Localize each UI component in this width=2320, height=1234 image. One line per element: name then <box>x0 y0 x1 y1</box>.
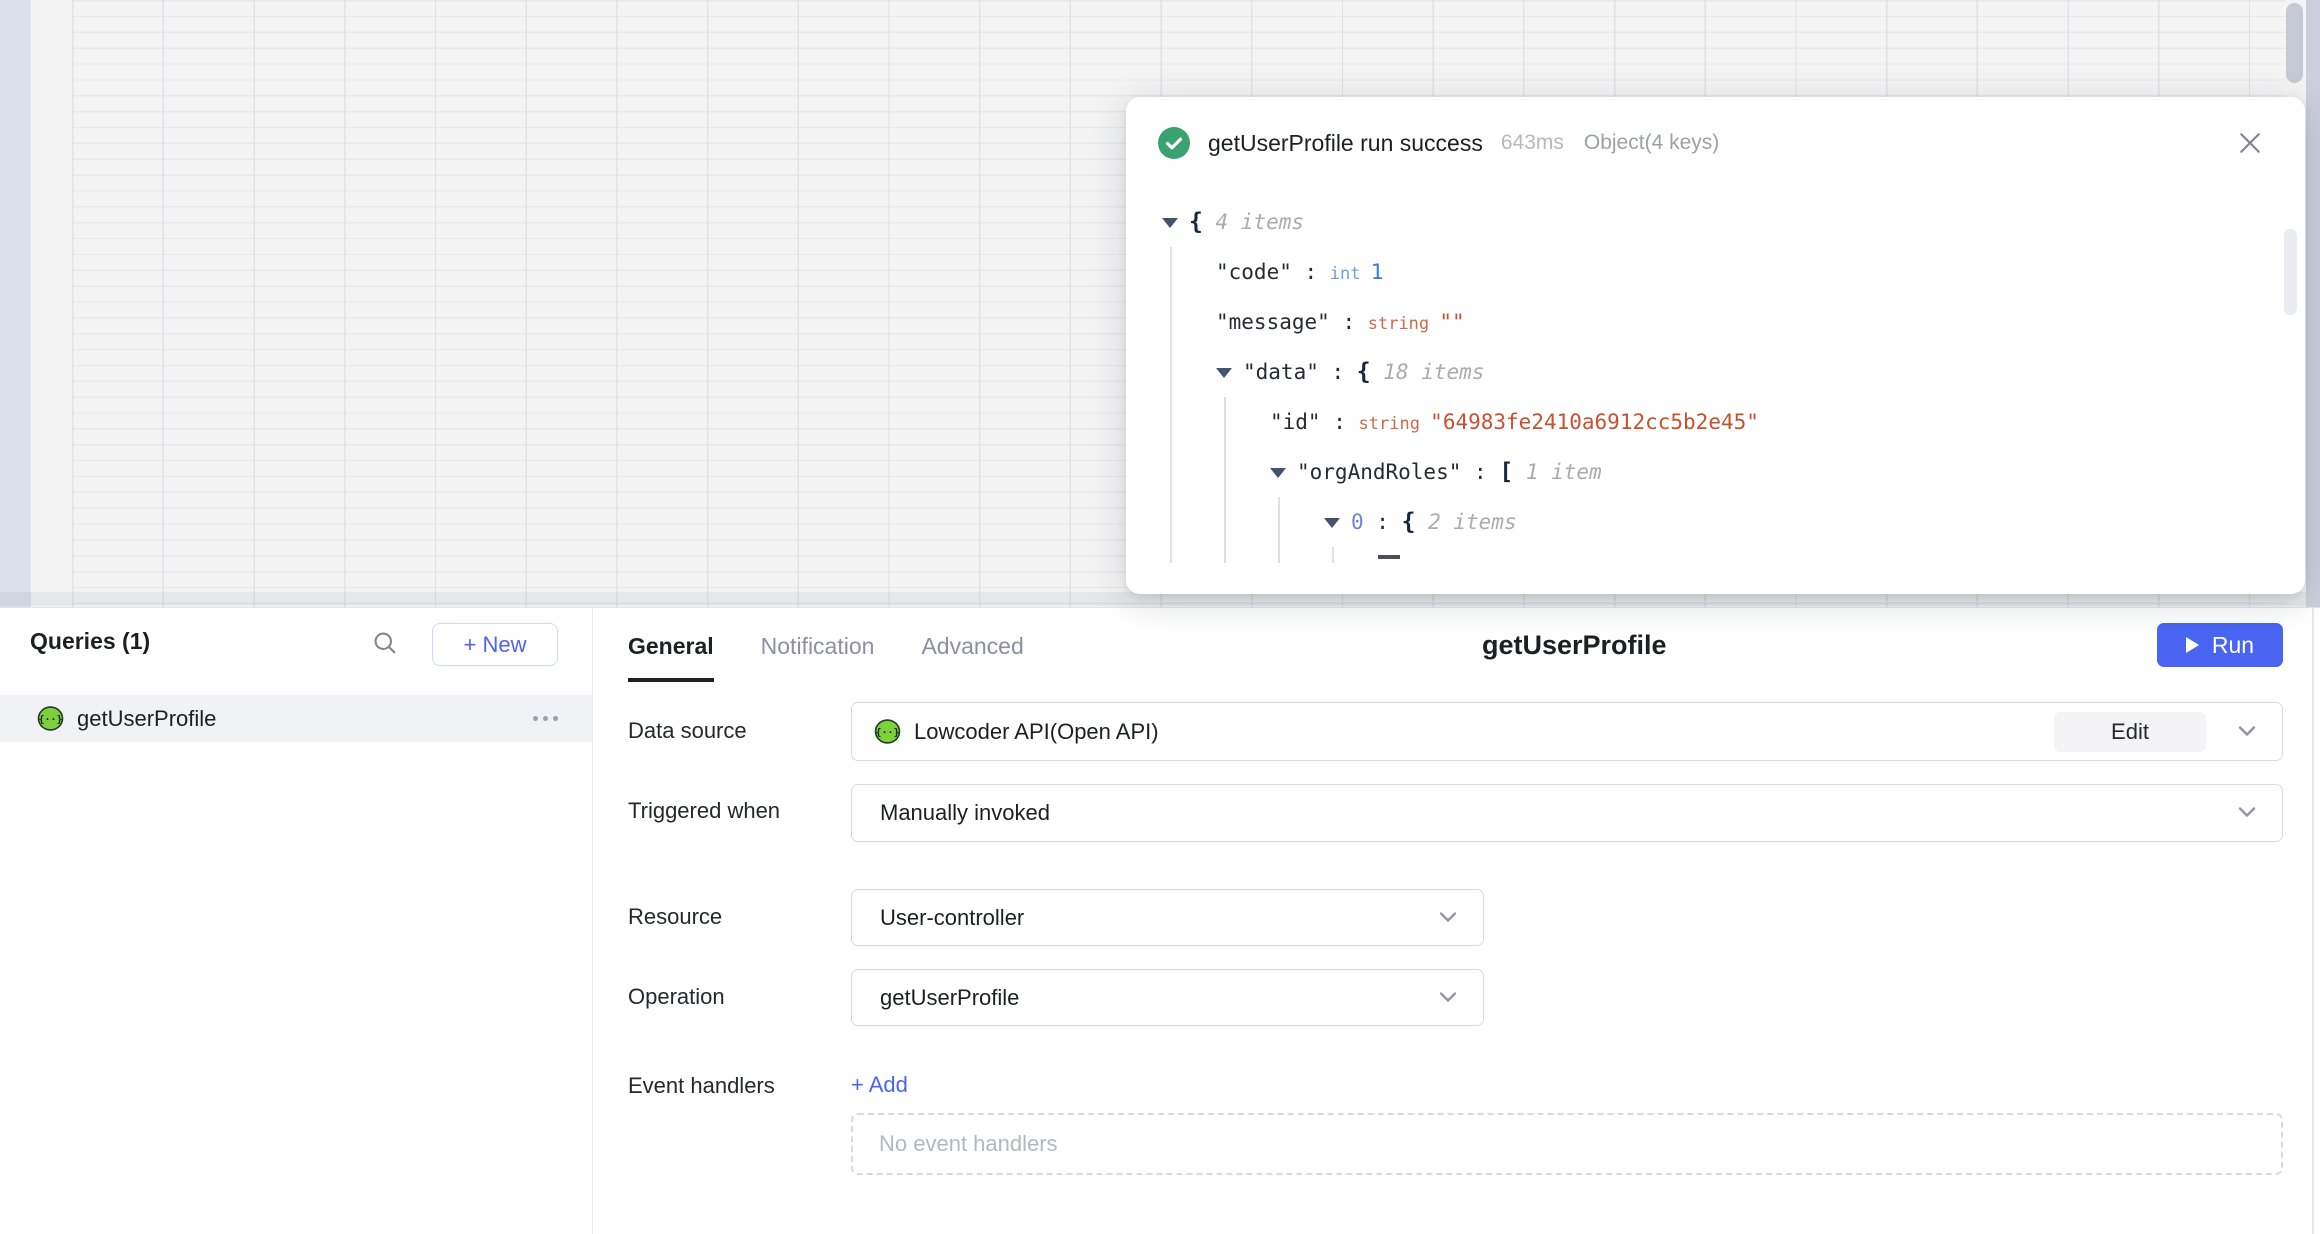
result-type-summary: Object(4 keys) <box>1584 131 1719 155</box>
panel-right-divider <box>2312 608 2314 1234</box>
api-icon: {··} <box>37 705 64 732</box>
queries-header: Queries (1) + New <box>0 608 592 688</box>
tab-notification[interactable]: Notification <box>761 608 875 682</box>
chevron-down-icon <box>1433 910 1463 926</box>
collapse-triangle-icon[interactable] <box>1324 518 1340 528</box>
query-bottom-panel: Queries (1) + New {··} getUserProfile <box>0 607 2320 1234</box>
data-source-label: Data source <box>628 718 747 744</box>
data-source-value: Lowcoder API(Open API) <box>914 719 1159 745</box>
tab-advanced[interactable]: Advanced <box>921 608 1023 682</box>
chevron-down-icon <box>2232 724 2262 740</box>
resource-label: Resource <box>628 904 722 930</box>
canvas-scrollbar-thumb[interactable] <box>2286 3 2303 83</box>
event-handlers-label: Event handlers <box>628 1073 775 1099</box>
json-result-viewer: { 4 items"code" : int 1"message" : strin… <box>1126 197 2281 594</box>
collapse-triangle-icon[interactable] <box>1162 218 1178 228</box>
clipped-row-fragment <box>1378 555 1400 559</box>
chevron-down-icon <box>2232 805 2262 821</box>
queries-sidebar: Queries (1) + New {··} getUserProfile <box>0 608 593 1234</box>
canvas-left-strip <box>0 0 31 607</box>
triggered-when-select[interactable]: Manually invoked <box>851 784 2283 842</box>
json-tree-row: 0 : { 2 items <box>1126 497 2281 547</box>
query-result-header: getUserProfile run success 643ms Object(… <box>1126 97 2305 189</box>
queries-panel-title: Queries (1) <box>30 628 150 655</box>
collapse-triangle-icon[interactable] <box>1270 468 1286 478</box>
query-editor-panel: General Notification Advanced getUserPro… <box>593 608 2320 1234</box>
json-tree-row <box>1126 547 2281 563</box>
play-icon <box>2186 637 2199 653</box>
query-list-item[interactable]: {··} getUserProfile <box>0 695 592 742</box>
json-tree-row: "orgAndRoles" : [ 1 item <box>1126 447 2281 497</box>
json-tree-row: "id" : string "64983fe2410a6912cc5b2e45" <box>1126 397 2281 447</box>
json-tree-row: "code" : int 1 <box>1126 247 2281 297</box>
data-source-select[interactable]: {··} Lowcoder API(Open API) Edit <box>851 702 2283 761</box>
query-result-popup: getUserProfile run success 643ms Object(… <box>1126 97 2305 594</box>
svg-text:{··}: {··} <box>38 715 62 726</box>
api-icon: {··} <box>874 718 901 745</box>
svg-text:{··}: {··} <box>875 728 899 739</box>
json-tree-row: { 4 items <box>1126 197 2281 247</box>
close-icon[interactable] <box>2235 128 2265 158</box>
no-event-handlers-placeholder: No event handlers <box>851 1113 2283 1175</box>
query-item-name: getUserProfile <box>77 706 216 732</box>
collapse-triangle-icon[interactable] <box>1216 368 1232 378</box>
query-name-title: getUserProfile <box>1482 630 1667 661</box>
new-query-button[interactable]: + New <box>432 623 558 666</box>
resource-select[interactable]: User-controller <box>851 889 1484 946</box>
triggered-when-label: Triggered when <box>628 798 780 824</box>
query-tabs: General Notification Advanced <box>628 608 1024 682</box>
canvas-bottom-band <box>0 592 2320 606</box>
operation-label: Operation <box>628 984 725 1010</box>
json-tree-row: "message" : string "" <box>1126 297 2281 347</box>
tab-general[interactable]: General <box>628 608 714 682</box>
run-button[interactable]: Run <box>2157 623 2283 667</box>
popup-scrollbar-thumb[interactable] <box>2284 229 2297 315</box>
run-success-title: getUserProfile run success <box>1208 130 1483 157</box>
canvas-scrollbar-track <box>2306 0 2320 607</box>
more-options-icon[interactable] <box>533 716 558 721</box>
check-circle-icon <box>1158 127 1190 159</box>
edit-datasource-button[interactable]: Edit <box>2054 712 2206 752</box>
search-icon[interactable] <box>368 626 402 660</box>
operation-select[interactable]: getUserProfile <box>851 969 1484 1026</box>
json-tree-row: "data" : { 18 items <box>1126 347 2281 397</box>
add-event-handler-button[interactable]: + Add <box>851 1072 908 1098</box>
lowcoder-editor: getUserProfile run success 643ms Object(… <box>0 0 2320 1234</box>
chevron-down-icon <box>1433 990 1463 1006</box>
run-duration: 643ms <box>1501 131 1564 155</box>
